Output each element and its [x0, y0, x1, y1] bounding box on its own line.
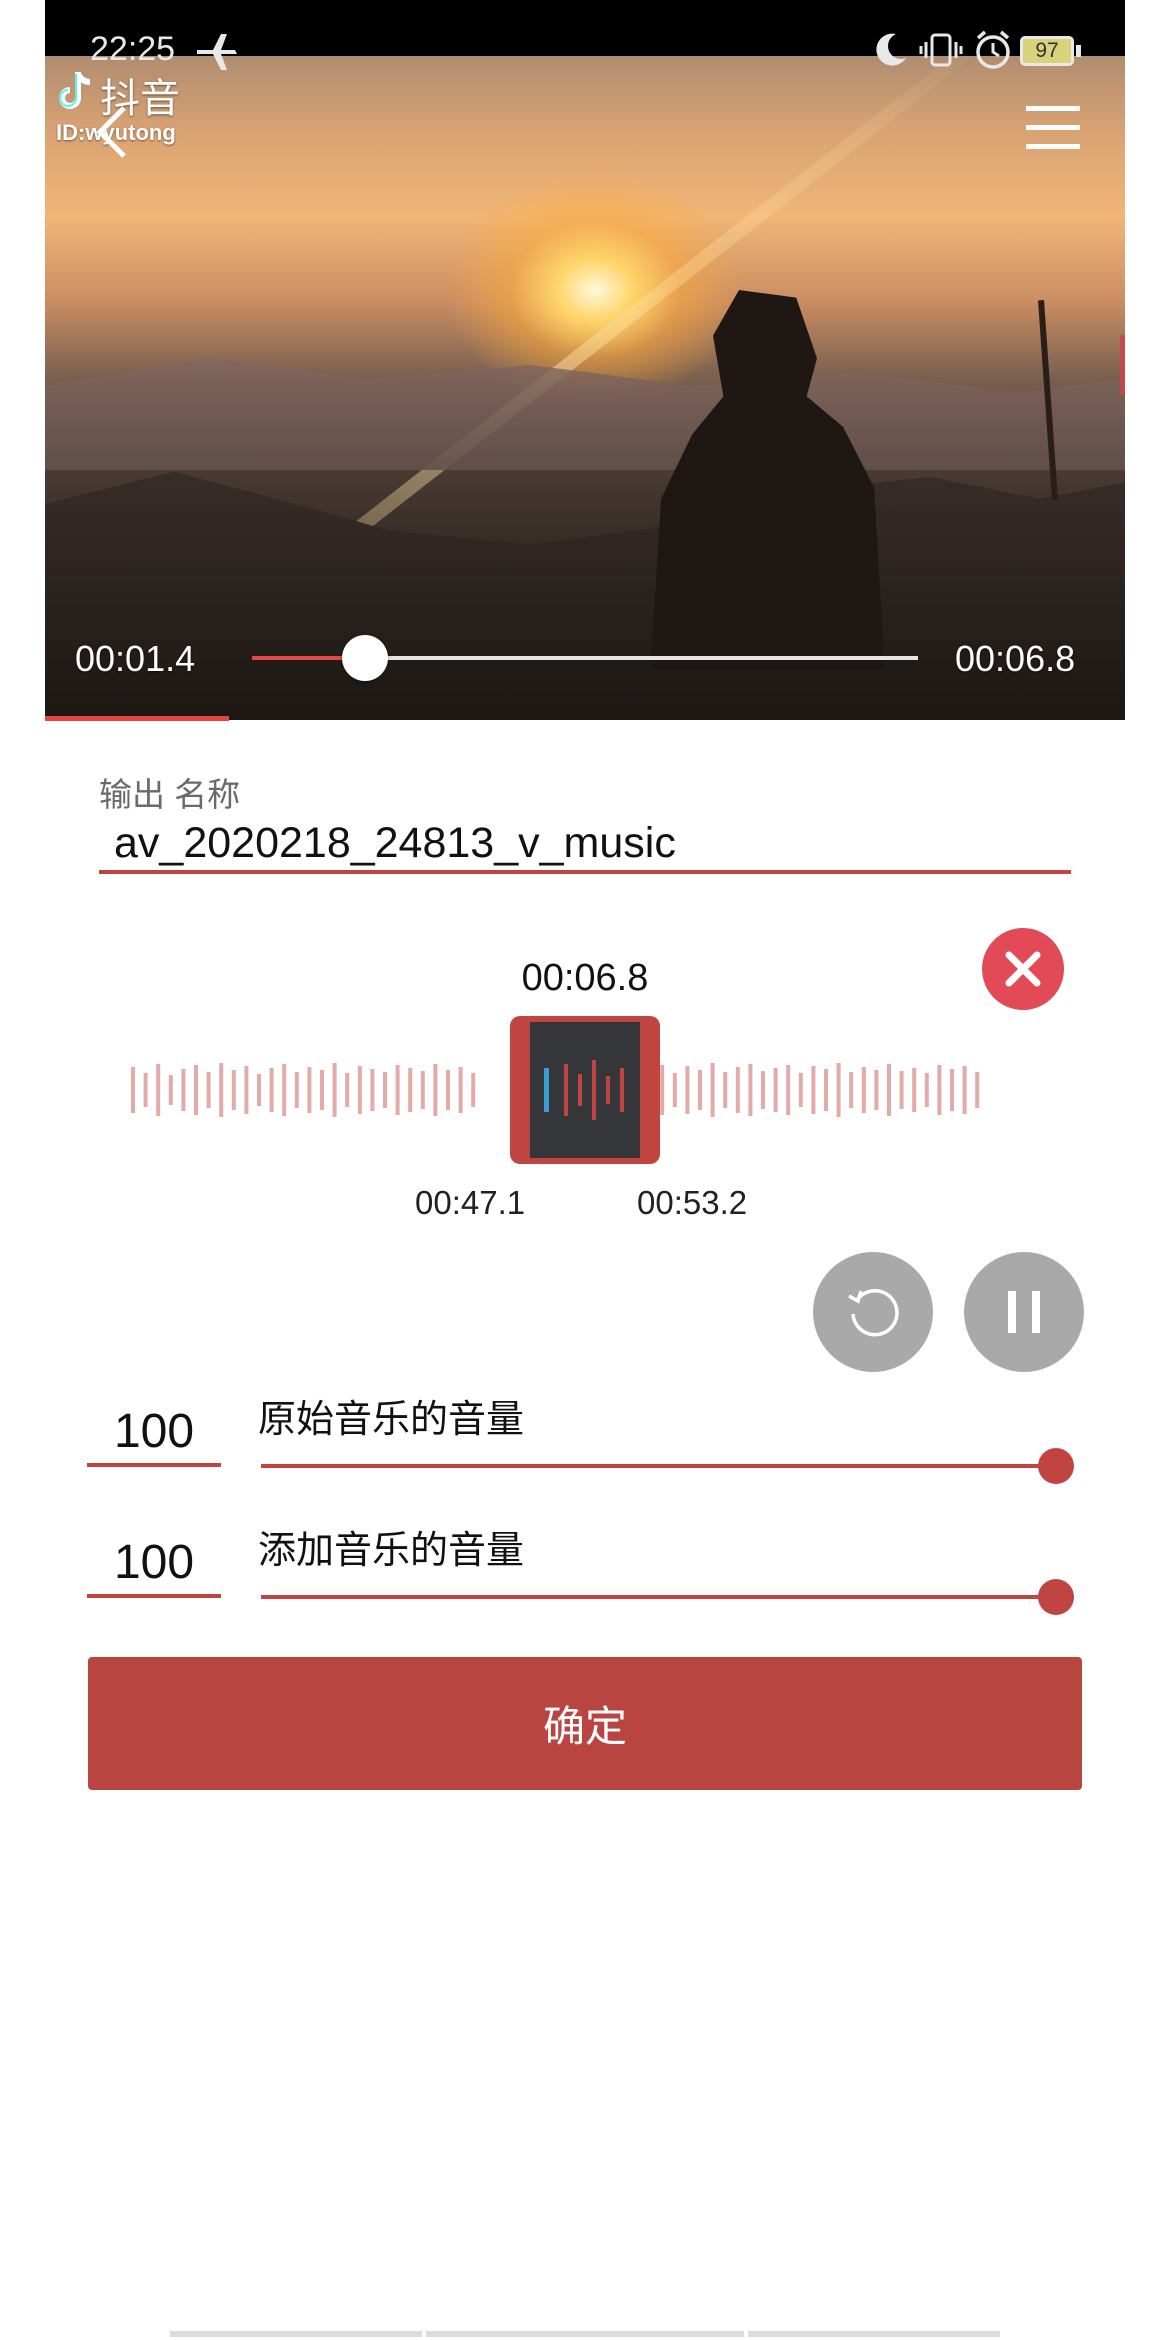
selection-end-time: 00:53.2: [637, 1184, 748, 1221]
waveform-bar: [433, 1064, 438, 1116]
waveform-bar: [458, 1067, 463, 1113]
reset-icon: [848, 1289, 899, 1337]
waveform-bar: [899, 1071, 904, 1109]
selection-window-inner: [530, 1022, 640, 1158]
waveform-bar: [168, 1075, 173, 1105]
waveform-bar: [773, 1068, 778, 1112]
waveform-bar: [672, 1073, 677, 1107]
video-player[interactable]: [45, 0, 1125, 720]
battery-level: 97: [1035, 39, 1059, 62]
close-button[interactable]: [982, 928, 1064, 1010]
back-arrow-icon[interactable]: [92, 104, 132, 165]
waveform-bar: [206, 1072, 211, 1108]
waveform-bar: [131, 1067, 135, 1113]
waveform-bar: [156, 1064, 161, 1116]
added-volume-slider[interactable]: [261, 1595, 1056, 1599]
waveform-bar: [282, 1064, 287, 1116]
waveform-bar: [698, 1070, 702, 1110]
waveform-bar: [710, 1063, 715, 1117]
waveform-bar: [874, 1070, 879, 1110]
nav-hint-left: [170, 2331, 422, 2337]
waveform-bar: [761, 1071, 765, 1109]
menu-icon[interactable]: [1026, 104, 1080, 157]
selection-waveform: [544, 1060, 624, 1120]
waveform-bar: [395, 1065, 400, 1115]
waveform-bar: [345, 1073, 350, 1107]
original-volume-label: 原始音乐的音量: [258, 1399, 525, 1441]
alarm-icon: [974, 30, 1012, 75]
waveform-bar: [811, 1066, 816, 1114]
battery-tip: [1076, 45, 1081, 57]
current-time: 00:01.4: [75, 638, 196, 679]
waveform-bar: [798, 1073, 803, 1107]
waveform-bar: [294, 1072, 299, 1108]
waveform-bar: [231, 1070, 236, 1110]
waveform-bar: [924, 1073, 929, 1107]
waveform-bar: [332, 1063, 337, 1117]
waveform-bar: [836, 1063, 841, 1117]
waveform-bar: [861, 1067, 866, 1113]
waveform-bar: [320, 1070, 324, 1110]
airplane-mode-icon: [195, 32, 239, 77]
waveform-bar: [912, 1068, 917, 1112]
output-name-label: 输出 名称: [99, 776, 241, 813]
pause-icon: [1008, 1291, 1040, 1333]
waveform-bar: [786, 1065, 791, 1115]
waveform-bar: [660, 1065, 665, 1115]
waveform-bar: [219, 1063, 224, 1117]
douyin-logo-icon: [56, 70, 96, 119]
waveform-bar: [950, 1069, 954, 1111]
waveform-bar: [887, 1064, 891, 1116]
waveform-bar: [748, 1064, 753, 1116]
original-volume-slider[interactable]: [261, 1464, 1056, 1468]
nav-hint-center: [426, 2331, 744, 2337]
selection-start-time: 00:47.1: [415, 1184, 526, 1221]
waveform-bar: [357, 1066, 362, 1114]
battery-icon: 97: [1020, 36, 1074, 66]
waveform-bar: [420, 1071, 425, 1109]
waveform-bar: [975, 1072, 980, 1108]
waveform-bar: [269, 1068, 274, 1112]
original-volume-handle[interactable]: [1038, 1448, 1074, 1484]
waveform-bar: [824, 1069, 828, 1111]
waveform-bar: [194, 1065, 198, 1115]
waveform-bar: [723, 1072, 728, 1108]
waveform-bar: [257, 1074, 261, 1106]
waveform-bar: [471, 1073, 476, 1107]
waveform-bar: [446, 1070, 450, 1110]
video-progress-bar: [45, 716, 229, 721]
video-tent: [1120, 335, 1125, 395]
output-name-input[interactable]: [99, 816, 1071, 874]
close-icon: [1005, 951, 1041, 987]
waveform-bar: [937, 1065, 942, 1115]
waveform-bar: [181, 1069, 186, 1111]
status-time: 22:25: [90, 30, 176, 68]
selection-duration: 00:06.8: [521, 957, 649, 999]
moon-icon: [872, 32, 908, 73]
reset-button[interactable]: [813, 1252, 933, 1372]
confirm-button[interactable]: 确定: [88, 1657, 1082, 1790]
waveform-bar: [143, 1073, 148, 1107]
added-volume-handle[interactable]: [1038, 1579, 1074, 1615]
waveform-bar: [307, 1067, 312, 1113]
added-volume-value[interactable]: 100: [87, 1535, 221, 1598]
original-volume-value[interactable]: 100: [87, 1404, 221, 1467]
waveform-bar: [735, 1067, 740, 1113]
added-volume-label: 添加音乐的音量: [258, 1530, 525, 1572]
waveform-bar: [244, 1066, 249, 1114]
nav-hint-right: [748, 2331, 1000, 2337]
selection-window[interactable]: [510, 1016, 660, 1164]
waveform-bar: [370, 1069, 375, 1111]
total-time: 00:06.8: [955, 638, 1076, 679]
seek-handle[interactable]: [342, 635, 389, 681]
playhead-marker: [544, 1068, 549, 1112]
waveform-bar: [849, 1072, 854, 1108]
waveform-bar: [685, 1066, 690, 1114]
waveform-bar: [962, 1066, 967, 1114]
waveform-bar: [408, 1068, 413, 1112]
pause-button[interactable]: [964, 1252, 1084, 1372]
vibrate-icon: [918, 32, 964, 73]
waveform-bar: [383, 1072, 387, 1108]
